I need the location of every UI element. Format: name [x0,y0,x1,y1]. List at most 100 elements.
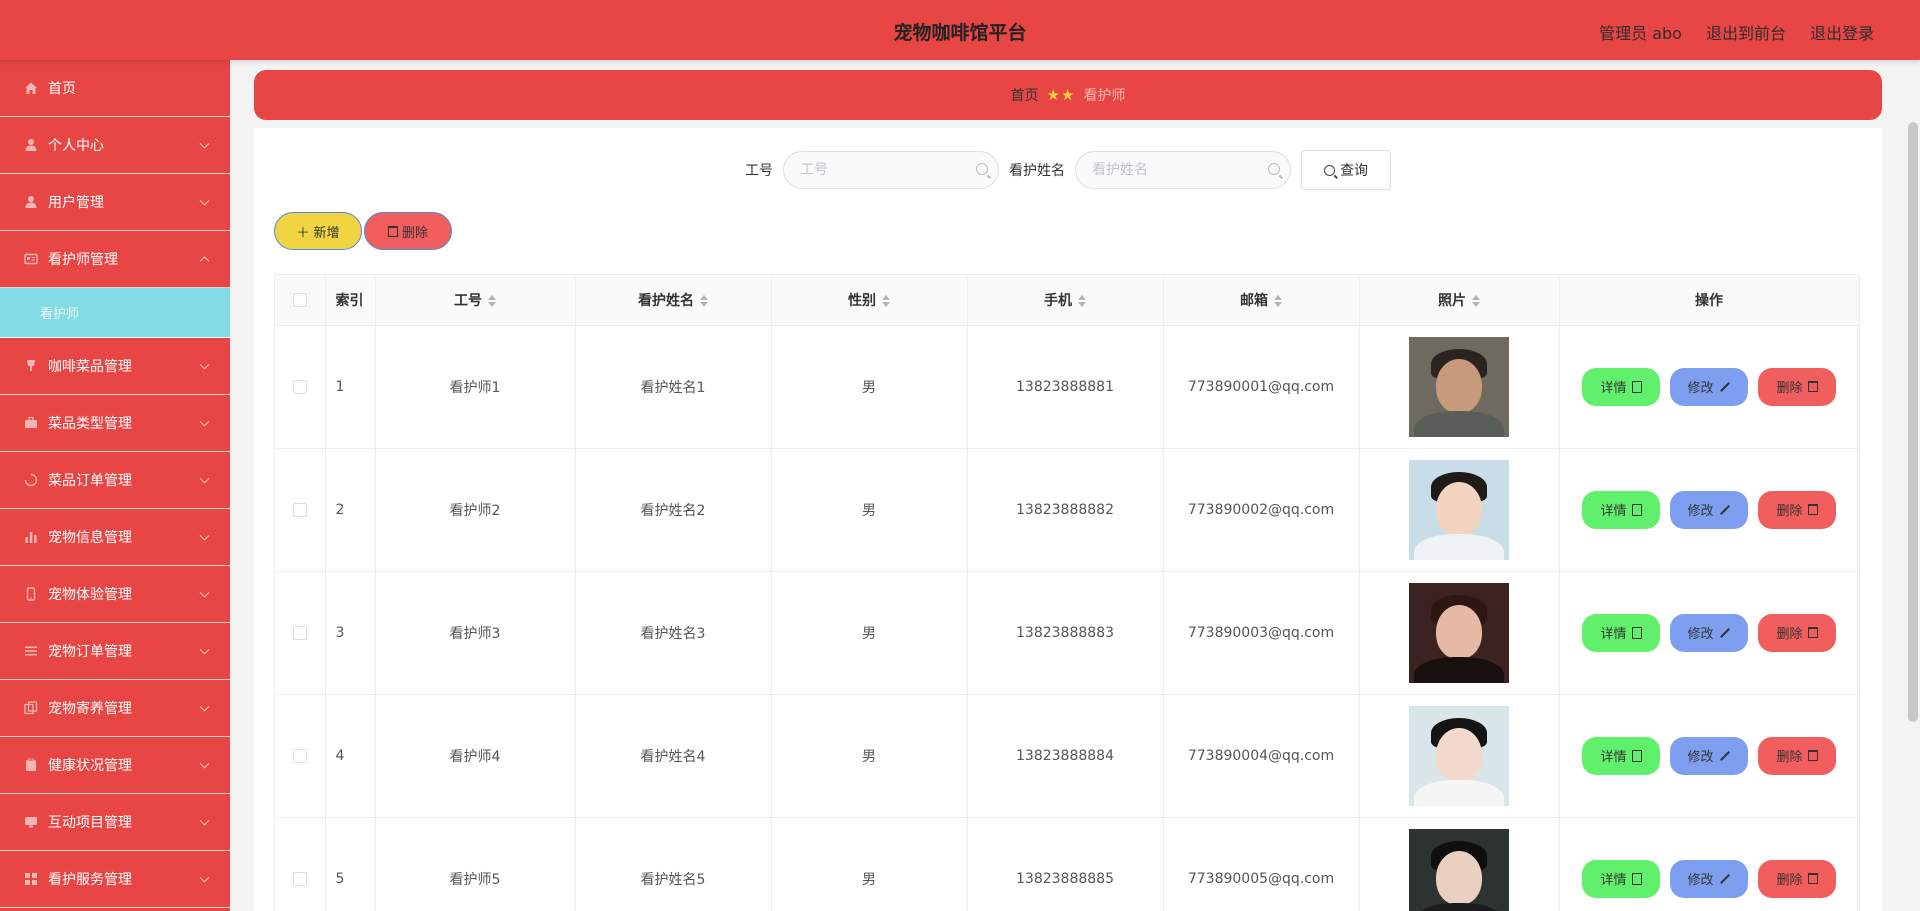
delete-button[interactable]: 删除 [1758,613,1836,652]
sort-icon[interactable] [1472,294,1480,307]
detail-button[interactable]: 详情 [1582,367,1660,406]
edit-button[interactable]: 修改 [1670,859,1748,898]
page-scrollbar[interactable] [1908,122,1918,722]
sidebar-item-pet-info-management[interactable]: 宠物信息管理 [0,509,230,566]
sort-icon[interactable] [488,294,496,307]
sidebar-item-label: 互动项目管理 [48,815,132,831]
sidebar-item-interaction-management[interactable]: 互动项目管理 [0,794,230,851]
delete-button[interactable]: 删除 [1758,490,1836,529]
breadcrumb-current: 看护师 [1083,88,1126,104]
sidebar-subitem-caregiver[interactable]: 看护师 [0,288,230,338]
breadcrumb-home[interactable]: 首页 [1011,85,1039,105]
select-all-checkbox[interactable] [292,292,307,307]
sidebar-item-health-management[interactable]: 健康状况管理 [0,737,230,794]
row-checkbox[interactable] [292,748,307,763]
trash-icon [1807,381,1818,392]
delete-button[interactable]: 删除 [1758,367,1836,406]
row-gender: 男 [771,817,968,911]
caregiver-photo[interactable] [1409,582,1509,683]
user-icon [24,195,38,209]
row-gender: 男 [771,571,968,695]
sidebar-item-pet-order-management[interactable]: 宠物订单管理 [0,623,230,680]
phone-icon [24,587,38,601]
briefcase-icon [24,416,38,430]
sort-icon[interactable] [882,294,890,307]
header-job-no[interactable]: 工号 [375,275,576,326]
row-checkbox[interactable] [292,379,307,394]
caregiver-table: 索引 工号 看护姓名 性别 手机 邮箱 照片 操作 1 看护师1 看护姓名1 男… [274,274,1860,911]
caregiver-photo[interactable] [1409,828,1509,911]
header-name[interactable]: 看护姓名 [575,275,772,326]
row-operations: 详情 修改 删除 [1559,325,1860,449]
add-button[interactable]: ＋ 新增 [274,212,362,250]
sidebar-item-personal-center[interactable]: 个人中心 [0,117,230,174]
job-no-input[interactable] [800,162,960,178]
sidebar-item-care-service-management[interactable]: 看护服务管理 [0,851,230,908]
sort-icon[interactable] [1078,294,1086,307]
header-photo[interactable]: 照片 [1359,275,1560,326]
sidebar-item-pet-experience-management[interactable]: 宠物体验管理 [0,566,230,623]
sidebar-item-dish-type-management[interactable]: 菜品类型管理 [0,395,230,452]
sidebar: 首页 个人中心 用户管理 看护师管理 看护师 咖啡菜品管理 菜品类型管理 菜品订… [0,60,230,911]
edit-label: 修改 [1687,504,1714,519]
job-no-field[interactable] [783,151,999,189]
edit-button[interactable]: 修改 [1670,613,1748,652]
detail-button[interactable]: 详情 [1582,613,1660,652]
copy-icon [24,701,38,715]
logout-link[interactable]: 退出登录 [1810,20,1874,44]
caregiver-name-input[interactable] [1092,162,1252,178]
batch-delete-button[interactable]: 删除 [364,212,452,250]
row-email: 773890005@qq.com [1163,817,1360,911]
header-email[interactable]: 邮箱 [1163,275,1360,326]
detail-label: 详情 [1600,873,1627,888]
edit-button[interactable]: 修改 [1670,736,1748,775]
sidebar-item-label: 看护服务管理 [48,872,132,888]
delete-button[interactable]: 删除 [1758,736,1836,775]
row-select-cell [275,694,326,818]
search-icon [976,163,988,175]
detail-button[interactable]: 详情 [1582,859,1660,898]
sidebar-item-coffee-dish-management[interactable]: 咖啡菜品管理 [0,338,230,395]
sort-icon[interactable] [1274,294,1282,307]
table-header-row: 索引 工号 看护姓名 性别 手机 邮箱 照片 操作 [275,275,1860,326]
delete-label: 删除 [1776,627,1803,642]
delete-button[interactable]: 删除 [1758,859,1836,898]
row-name: 看护姓名3 [575,571,772,695]
header-operations: 操作 [1559,275,1860,326]
row-checkbox[interactable] [292,625,307,640]
caregiver-photo[interactable] [1409,336,1509,437]
edit-label: 修改 [1687,381,1714,396]
sidebar-item-user-management[interactable]: 用户管理 [0,174,230,231]
document-icon [1631,380,1642,393]
caregiver-photo[interactable] [1409,459,1509,560]
detail-button[interactable]: 详情 [1582,490,1660,529]
header-gender[interactable]: 性别 [771,275,968,326]
sort-icon[interactable] [700,294,708,307]
document-icon [1631,872,1642,885]
caregiver-name-field[interactable] [1075,151,1291,189]
admin-user-label[interactable]: 管理员 abo [1599,20,1682,44]
edit-button[interactable]: 修改 [1670,490,1748,529]
row-checkbox[interactable] [292,871,307,886]
sidebar-item-dish-order-management[interactable]: 菜品订单管理 [0,452,230,509]
sidebar-item-pet-boarding-management[interactable]: 宠物寄养管理 [0,680,230,737]
document-icon [1631,503,1642,516]
sidebar-item-home[interactable]: 首页 [0,60,230,117]
trash-icon [1807,873,1818,884]
detail-label: 详情 [1600,750,1627,765]
sidebar-item-label: 用户管理 [48,195,104,211]
header-index: 索引 [325,275,376,326]
query-button[interactable]: 查询 [1301,150,1391,190]
detail-button[interactable]: 详情 [1582,736,1660,775]
row-checkbox[interactable] [292,502,307,517]
job-no-label: 工号 [745,163,773,179]
edit-label: 修改 [1687,750,1714,765]
edit-icon [1719,627,1730,638]
trash-icon [1807,627,1818,638]
edit-button[interactable]: 修改 [1670,367,1748,406]
header-phone[interactable]: 手机 [967,275,1164,326]
caregiver-photo[interactable] [1409,705,1509,806]
exit-to-front-link[interactable]: 退出到前台 [1706,20,1786,44]
sidebar-item-caregiver-management[interactable]: 看护师管理 [0,231,230,288]
content-panel: 工号 看护姓名 查询 ＋ 新增 删除 [254,128,1882,911]
